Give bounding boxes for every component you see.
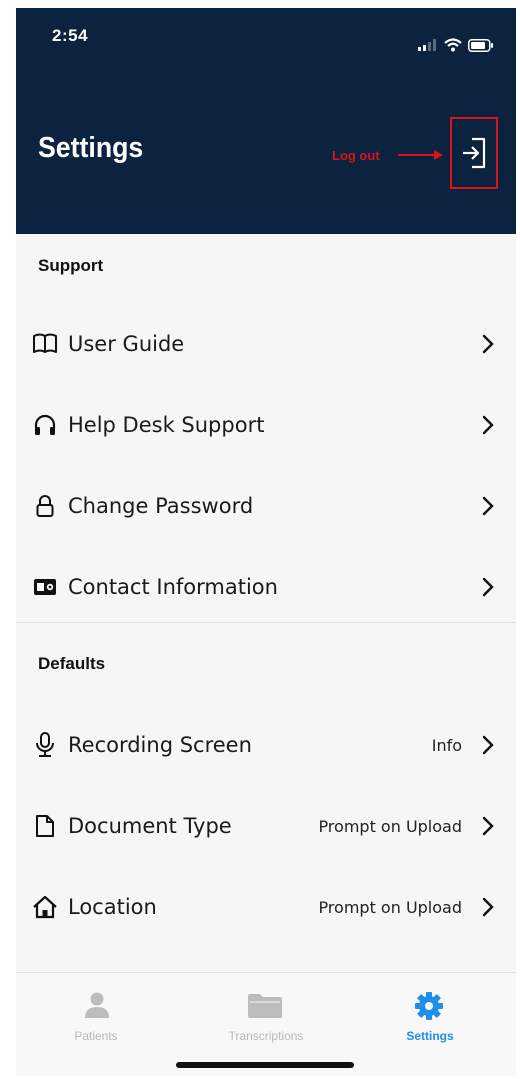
annotation-arrow — [398, 150, 443, 160]
tab-transcriptions[interactable]: Transcriptions — [196, 973, 336, 1053]
chevron-right-icon — [478, 895, 498, 919]
home-indicator — [176, 1062, 354, 1068]
wifi-icon — [444, 38, 462, 52]
book-icon — [32, 331, 58, 357]
chevron-right-icon — [478, 575, 498, 599]
section-title-support: Support — [38, 256, 104, 275]
folder-icon — [248, 994, 282, 1018]
status-icons — [418, 38, 494, 52]
tab-settings[interactable]: Settings — [360, 973, 500, 1053]
logout-icon — [463, 137, 486, 169]
contact-information-item[interactable]: Contact Information — [16, 557, 516, 617]
section-title-defaults: Defaults — [38, 654, 106, 673]
tab-label-settings: Settings — [406, 1029, 454, 1043]
user-guide-item[interactable]: User Guide — [16, 314, 516, 374]
location-value: Prompt on Upload — [318, 897, 462, 917]
lock-icon — [32, 493, 58, 519]
location-item[interactable]: Location Prompt on Upload — [16, 877, 516, 937]
contact-card-icon — [32, 574, 58, 600]
headphones-icon — [32, 412, 58, 438]
tab-label-patients: Patients — [74, 1029, 118, 1043]
tab-label-transcriptions: Transcriptions — [228, 1029, 304, 1043]
chevron-right-icon — [478, 332, 498, 356]
microphone-icon — [32, 732, 58, 758]
logout-button[interactable] — [450, 117, 498, 189]
settings-screen: 2:54 Settings Log out Support User Guide… — [16, 8, 516, 1076]
change-password-item[interactable]: Change Password — [16, 476, 516, 536]
document-type-label: Document Type — [68, 814, 232, 838]
location-label: Location — [68, 895, 157, 919]
help-desk-support-item[interactable]: Help Desk Support — [16, 395, 516, 455]
document-icon — [32, 813, 58, 839]
page-title: Settings — [38, 132, 144, 164]
document-type-item[interactable]: Document Type Prompt on Upload — [16, 796, 516, 856]
chevron-right-icon — [478, 494, 498, 518]
recording-screen-item[interactable]: Recording Screen Info — [16, 715, 516, 775]
battery-icon — [468, 38, 493, 52]
chevron-right-icon — [478, 814, 498, 838]
signal-icon — [418, 39, 436, 51]
user-guide-label: User Guide — [68, 332, 185, 356]
chevron-right-icon — [478, 413, 498, 437]
recording-screen-label: Recording Screen — [68, 733, 252, 757]
contact-information-label: Contact Information — [68, 575, 278, 599]
help-desk-support-label: Help Desk Support — [68, 413, 265, 437]
change-password-label: Change Password — [68, 494, 254, 518]
tab-patients[interactable]: Patients — [26, 973, 166, 1053]
home-icon — [32, 894, 58, 920]
logout-annotation: Log out — [332, 148, 380, 163]
header: 2:54 Settings Log out — [16, 8, 516, 234]
person-icon — [85, 992, 109, 1018]
tab-bar: Patients Transcriptions Settings — [16, 972, 516, 1076]
document-type-value: Prompt on Upload — [318, 816, 462, 836]
recording-screen-value: Info — [431, 735, 462, 755]
status-time: 2:54 — [52, 26, 89, 45]
section-divider — [16, 622, 516, 623]
chevron-right-icon — [478, 733, 498, 757]
gear-icon — [415, 992, 443, 1020]
